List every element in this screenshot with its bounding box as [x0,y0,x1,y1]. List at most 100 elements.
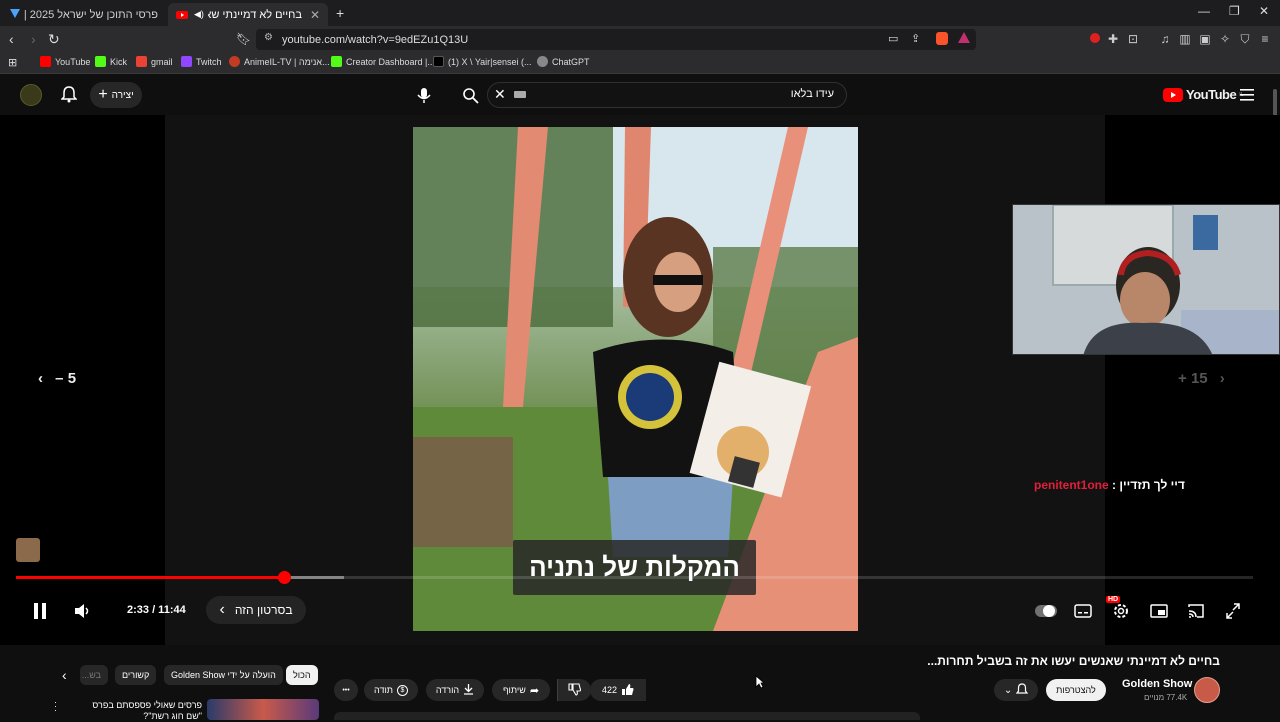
autoplay-toggle[interactable] [1035,605,1057,617]
bookmark-label: gmail [151,56,173,67]
screenshot-icon[interactable]: ⊡ [1126,32,1140,46]
like-count: 422 [601,685,618,695]
notifications-bell-icon[interactable] [60,86,78,108]
pause-icon[interactable] [31,601,51,621]
chatgpt-icon [537,56,548,67]
url-field[interactable]: ⚙ youtube.com/watch?v=9edEZu1Q13U ▭ ⇪ [256,29,976,50]
bookmark-creator-dashboard[interactable]: Creator Dashboard |... [331,56,435,67]
gmail-icon [136,56,147,67]
tab-awards[interactable]: פרסי התוכן של ישראל 2025 | הצביעו [24,3,166,26]
search-input[interactable] [634,88,834,100]
settings-gear-icon[interactable]: HD [1106,596,1132,621]
bookmark-youtube[interactable]: YouTube [40,56,90,67]
leo-ai-icon[interactable]: ✧ [1218,32,1232,46]
guide-menu-icon[interactable] [1240,88,1254,106]
channel-name[interactable]: Golden Show [1122,678,1192,690]
related-video-thumbnail[interactable] [207,699,319,720]
chip-uploaded-by[interactable]: הועלה על ידי Golden Show [164,665,283,685]
minimize-icon[interactable]: — [1198,4,1210,18]
browser-menu-icon[interactable] [8,6,22,20]
subscribe-button[interactable]: להצטרפות [1046,679,1106,701]
bookmark-icon[interactable]: 🔖︎ [236,32,251,46]
cast-icon[interactable] [1187,601,1207,621]
clear-search-icon[interactable]: ✕ [494,86,506,103]
share-page-icon[interactable]: ⇪ [911,32,920,45]
seek-back-indicator[interactable]: ‹ 5 – [38,370,76,387]
fullscreen-icon[interactable] [1224,601,1244,621]
more-actions-button[interactable]: ••• [334,679,358,701]
bookmark-x[interactable]: (1) X \ Yair|sensei (... [433,56,532,67]
miniplayer-icon[interactable] [1150,601,1170,621]
reader-mode-icon[interactable]: ▭ [888,32,898,45]
channel-avatar[interactable] [1194,677,1220,703]
bookmark-twitch[interactable]: Twitch [181,56,222,67]
seek-forward-label: 15 + [1178,370,1208,387]
youtube-logo[interactable]: YouTube IL [1163,87,1243,102]
progress-bar[interactable] [16,571,1253,584]
thanks-button[interactable]: $ תודה [364,679,418,701]
tab-youtube-video[interactable]: ◀) בחיים לא דמיינתי שאנשים יעשו... ✕ [168,3,328,26]
vpn-icon[interactable]: ⛉ [1238,32,1252,46]
back-icon[interactable]: ‹ [9,31,14,47]
kick-icon [95,56,106,67]
notifications-toggle[interactable]: ⌄ [994,679,1038,701]
reload-icon[interactable]: ↻ [48,31,60,48]
apps-grid-icon[interactable]: ⊞ [8,56,17,69]
download-label: הורדה [435,685,460,695]
keyboard-icon[interactable] [514,91,526,98]
related-video-menu-icon[interactable]: · · · [54,698,57,715]
sidebar-icon[interactable]: ▥ [1178,32,1192,46]
video-player[interactable]: המקלות של נתניה penitent1one דיי לך תזדי… [0,115,1280,645]
speaker-icon[interactable]: ◀) [194,9,204,20]
chip-more[interactable]: בש... [80,665,108,685]
animeil-icon [229,56,240,67]
site-info-icon[interactable]: ⚙ [264,32,273,43]
share-button[interactable]: ➦ שיתוף [492,679,550,701]
chip-related[interactable]: קשורים [115,665,157,685]
bookmarks-bar: ⊞ YouTube Kick gmail Twitch AnimeIL-TV |… [0,53,1280,74]
voice-search-icon[interactable] [414,85,434,105]
avatar[interactable] [20,84,42,106]
search-bar: ✕ [463,82,847,108]
bookmark-animeil[interactable]: AnimeIL-TV | אנימה... [229,56,330,67]
bookmark-label: ChatGPT [552,56,590,67]
bookmark-label: Kick [110,56,128,67]
record-extension-icon[interactable] [1088,32,1102,46]
browser-menu-icon[interactable]: ≡ [1258,32,1272,46]
url-text: youtube.com/watch?v=9edEZu1Q13U [282,33,469,46]
volume-icon[interactable] [73,601,93,621]
chip-all[interactable]: הכול [286,665,318,685]
uploader-mini-avatar[interactable] [16,538,40,562]
chapters-button[interactable]: בסרטון הזה › [206,596,306,624]
youtube-header: יצירה + ✕ YouTube IL [0,75,1280,199]
close-tab-icon[interactable]: ✕ [310,8,320,22]
related-video-title[interactable]: פרסים שאולי פספסתם בפרס "שם חוג רשת"? [78,700,202,722]
like-button[interactable]: 422 [590,679,646,701]
bookmark-gmail[interactable]: gmail [136,56,173,67]
maximize-icon[interactable]: ❐ [1229,4,1240,18]
search-button-icon[interactable] [462,87,480,110]
new-tab-button[interactable]: + [336,5,344,21]
brave-rewards-icon[interactable] [958,32,970,43]
bookmark-label: YouTube [55,56,91,67]
chat-text: דיי לך תזדיין : [1112,478,1185,492]
subtitles-icon[interactable] [1074,601,1094,621]
kick-icon [331,56,342,67]
plus-icon: + [98,86,108,103]
chevron-right-icon: › [1219,370,1225,387]
close-window-icon[interactable]: ✕ [1259,4,1269,18]
chips-scroll-left-icon[interactable]: ‹ [62,667,67,683]
brave-shield-icon[interactable] [936,32,948,45]
create-button[interactable]: יצירה + [90,82,142,108]
download-button[interactable]: הורדה [426,679,484,701]
dislike-button[interactable] [557,679,591,701]
bookmark-chatgpt[interactable]: ChatGPT [537,56,590,67]
chat-overlay-message: penitent1one דיי לך תזדיין : [1034,478,1185,492]
bookmark-kick[interactable]: Kick [95,56,127,67]
media-icon[interactable]: ♫ [1158,32,1172,46]
seek-forward-indicator[interactable]: 15 + › [1178,370,1225,387]
share-icon: ➦ [529,684,540,697]
wallet-icon[interactable]: ▣ [1198,32,1212,46]
forward-icon[interactable]: › [31,31,36,47]
extensions-icon[interactable]: ✚ [1106,32,1120,46]
